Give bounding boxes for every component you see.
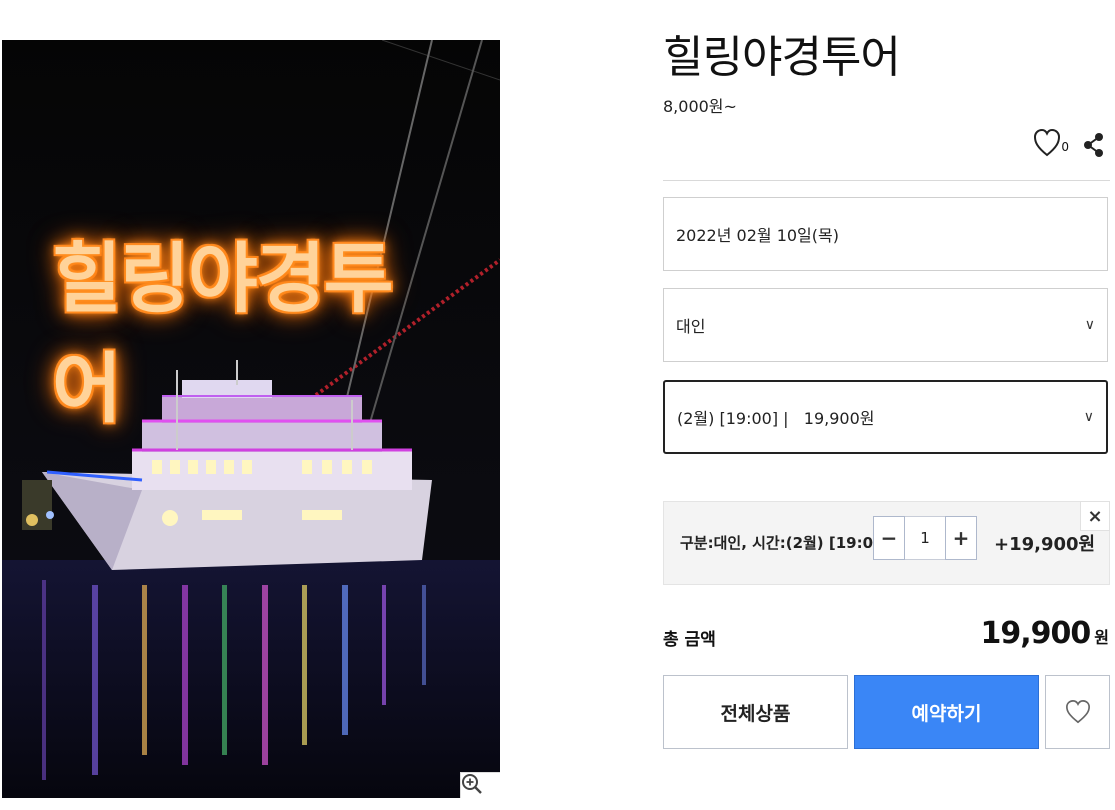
increment-button[interactable]: +: [945, 516, 977, 560]
all-products-button[interactable]: 전체상품: [663, 675, 848, 749]
person-type-select[interactable]: 대인 ∨: [663, 288, 1108, 362]
divider: [663, 180, 1110, 181]
product-price: 8,000원~: [663, 97, 737, 116]
product-actions: 0: [1033, 128, 1105, 158]
zoom-in-icon: [462, 774, 482, 794]
selected-option-label: 구분:대인, 시간:(2월) [19:00] |: [680, 534, 902, 552]
wishlist-button[interactable]: [1045, 675, 1110, 749]
like-count: 0: [1061, 140, 1069, 154]
product-title: 힐링야경투어: [663, 32, 901, 83]
heart-outline-icon: [1065, 700, 1090, 724]
like-button[interactable]: 0: [1033, 128, 1069, 158]
product-image[interactable]: 힐링야경투어: [2, 40, 500, 798]
selected-option: 구분:대인, 시간:(2월) [19:00] | − 1 + +19,900원 …: [663, 501, 1110, 585]
time-option-value: (2월) [19:00] | 19,900원: [677, 409, 875, 428]
quantity-stepper: − 1 +: [873, 516, 977, 560]
reserve-button[interactable]: 예약하기: [854, 675, 1039, 749]
total-value: 19,900: [980, 616, 1091, 651]
person-type-value: 대인: [676, 317, 706, 336]
quantity-value[interactable]: 1: [904, 517, 946, 559]
chevron-down-icon: ∨: [1083, 409, 1094, 425]
time-option-select[interactable]: (2월) [19:00] | 19,900원 ∨: [663, 380, 1108, 454]
total-amount: 19,900 원: [980, 616, 1109, 651]
close-icon: ×: [1087, 505, 1103, 527]
date-field[interactable]: 2022년 02월 10일(목): [663, 197, 1108, 271]
image-title-overlay: 힐링야경투어: [52, 234, 394, 433]
total-unit: 원: [1094, 628, 1109, 647]
total-label: 총 금액: [663, 630, 716, 650]
selected-option-price: +19,900원: [994, 534, 1096, 555]
chevron-down-icon: ∨: [1084, 317, 1095, 333]
heart-outline-icon: [1034, 128, 1061, 157]
zoom-button[interactable]: [460, 772, 500, 798]
share-icon[interactable]: [1083, 132, 1105, 158]
remove-option-button[interactable]: ×: [1080, 501, 1110, 531]
date-value: 2022년 02월 10일(목): [676, 226, 839, 245]
decrement-button[interactable]: −: [873, 516, 905, 560]
